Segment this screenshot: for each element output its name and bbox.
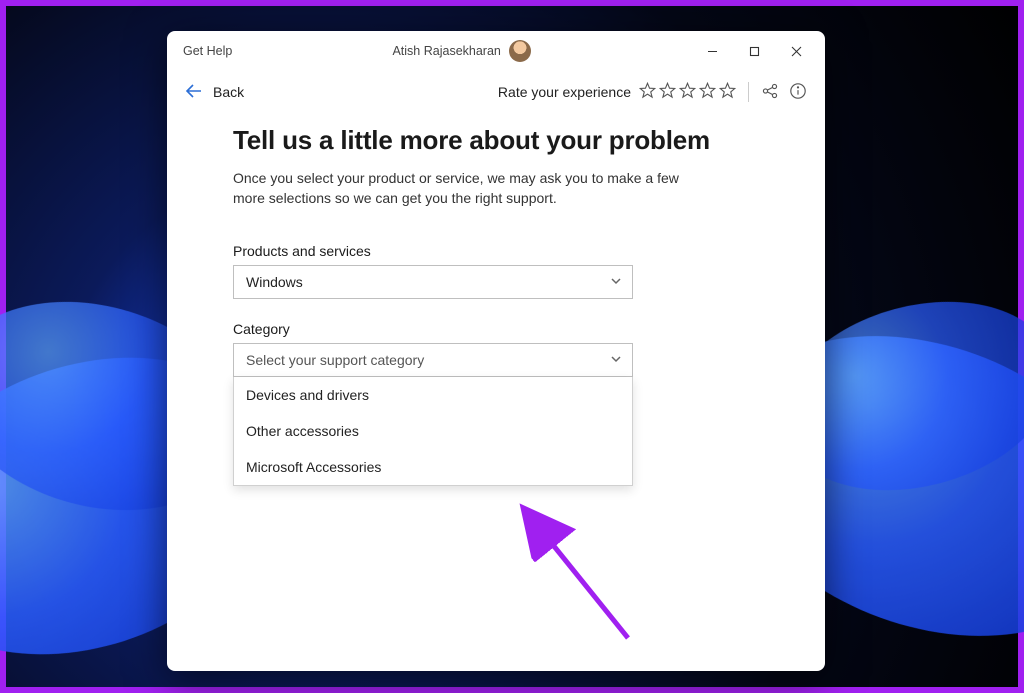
- toolbar: Back Rate your experience: [167, 71, 825, 113]
- page-heading: Tell us a little more about your problem: [233, 125, 759, 156]
- star-icon[interactable]: [719, 82, 736, 102]
- chevron-down-icon: [610, 352, 622, 368]
- support-form: Products and services Windows Category S…: [233, 243, 759, 486]
- app-window: Get Help Atish Rajasekharan: [167, 31, 825, 671]
- toolbar-separator: [748, 82, 749, 102]
- category-label: Category: [233, 321, 759, 337]
- annotation-arrow-icon: [523, 523, 663, 668]
- product-dropdown[interactable]: Windows: [233, 265, 633, 299]
- window-controls: [691, 36, 817, 66]
- category-option-other-accessories[interactable]: Other accessories: [234, 413, 632, 449]
- rating-stars[interactable]: [639, 82, 736, 102]
- category-option-devices[interactable]: Devices and drivers: [234, 377, 632, 413]
- category-placeholder: Select your support category: [246, 352, 424, 368]
- back-label: Back: [213, 84, 244, 100]
- rate-experience: Rate your experience: [498, 82, 736, 102]
- info-icon[interactable]: [789, 82, 807, 103]
- star-icon[interactable]: [699, 82, 716, 102]
- user-name: Atish Rajasekharan: [392, 44, 500, 58]
- app-title: Get Help: [183, 44, 232, 58]
- category-option-microsoft-accessories[interactable]: Microsoft Accessories: [234, 449, 632, 485]
- chevron-down-icon: [610, 274, 622, 290]
- share-icon[interactable]: [761, 82, 779, 103]
- product-label: Products and services: [233, 243, 759, 259]
- product-value: Windows: [246, 274, 303, 290]
- back-button[interactable]: Back: [185, 84, 244, 101]
- rate-label: Rate your experience: [498, 84, 631, 100]
- maximize-button[interactable]: [733, 36, 775, 66]
- star-icon[interactable]: [679, 82, 696, 102]
- category-dropdown[interactable]: Select your support category: [233, 343, 633, 377]
- page-intro: Once you select your product or service,…: [233, 168, 713, 209]
- main-content: Tell us a little more about your problem…: [167, 113, 825, 486]
- titlebar-center: Atish Rajasekharan: [232, 40, 691, 62]
- star-icon[interactable]: [659, 82, 676, 102]
- category-dropdown-list: Devices and drivers Other accessories Mi…: [233, 377, 633, 486]
- star-icon[interactable]: [639, 82, 656, 102]
- back-arrow-icon: [185, 84, 203, 101]
- user-avatar-icon[interactable]: [509, 40, 531, 62]
- titlebar: Get Help Atish Rajasekharan: [167, 31, 825, 71]
- close-button[interactable]: [775, 36, 817, 66]
- minimize-button[interactable]: [691, 36, 733, 66]
